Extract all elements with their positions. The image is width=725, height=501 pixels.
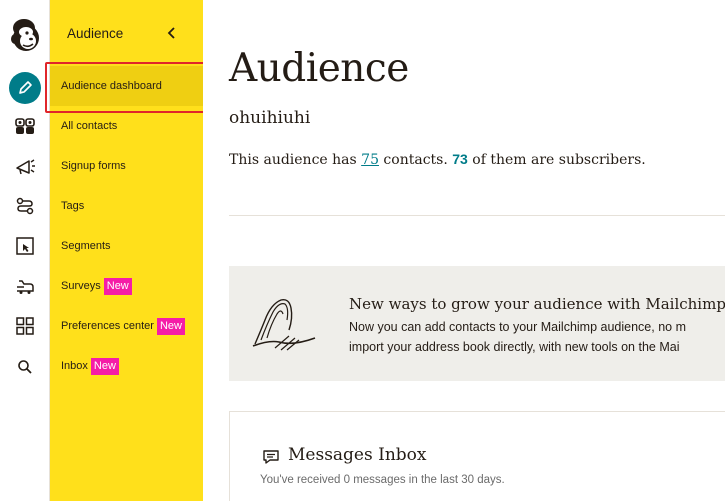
- collapse-chevron-left-icon[interactable]: [164, 22, 180, 44]
- messages-inbox-card: Messages Inbox You've received 0 message…: [229, 411, 725, 501]
- mailchimp-logo-icon[interactable]: [5, 15, 45, 55]
- nav-item-segments[interactable]: Segments: [50, 226, 203, 266]
- stats-prefix: This audience has: [229, 152, 362, 168]
- new-badge: New: [103, 277, 132, 295]
- stats-suffix: of them are subscribers.: [467, 152, 646, 168]
- nav-item-surveys[interactable]: Surveys New: [50, 266, 203, 306]
- contacts-count-link[interactable]: 75: [361, 152, 379, 168]
- search-icon[interactable]: [10, 352, 40, 382]
- nav-item-label: Inbox: [61, 360, 88, 372]
- nav-item-inbox[interactable]: Inbox New: [50, 346, 203, 386]
- stats-middle: contacts.: [378, 152, 453, 168]
- nav-item-preferences-center[interactable]: Preferences center New: [50, 306, 203, 346]
- messages-inbox-text: You've received 0 messages in the last 3…: [260, 474, 505, 486]
- page-title: Audience: [229, 46, 409, 91]
- main-content: Audience ohuihiuhi This audience has 75 …: [203, 0, 725, 501]
- promo-illustration-icon: [252, 298, 316, 351]
- nav-item-label: Signup forms: [61, 160, 126, 172]
- audience-icon[interactable]: [10, 111, 40, 141]
- integrations-icon[interactable]: [10, 271, 40, 301]
- promo-line: Now you can add contacts to your Mailchi…: [349, 320, 686, 334]
- nav-item-label: Tags: [61, 200, 85, 212]
- website-icon[interactable]: [10, 231, 40, 261]
- divider: [229, 215, 725, 216]
- promo-banner: New ways to grow your audience with Mail…: [229, 266, 725, 381]
- subscribers-count: 73: [452, 151, 468, 167]
- promo-body: Now you can add contacts to your Mailchi…: [349, 317, 686, 357]
- nav-item-label: Surveys: [61, 280, 101, 292]
- promo-line: import your address book directly, with …: [349, 340, 680, 354]
- new-badge: New: [90, 357, 119, 375]
- audience-name: ohuihiuhi: [229, 108, 311, 128]
- nav-item-label: All contacts: [61, 120, 118, 132]
- messages-inbox-title: Messages Inbox: [288, 445, 427, 465]
- audience-stats: This audience has 75 contacts. 73 of the…: [229, 151, 646, 168]
- nav-title: Audience: [67, 26, 124, 41]
- promo-title: New ways to grow your audience with Mail…: [349, 295, 725, 313]
- message-bubble-icon: [263, 450, 279, 464]
- highlight-box: [45, 62, 209, 113]
- apps-grid-icon[interactable]: [10, 311, 40, 341]
- campaigns-megaphone-icon[interactable]: [10, 151, 40, 181]
- icon-rail: [0, 0, 50, 501]
- automations-icon[interactable]: [10, 191, 40, 221]
- nav-item-tags[interactable]: Tags: [50, 186, 203, 226]
- nav-item-signup-forms[interactable]: Signup forms: [50, 146, 203, 186]
- create-pencil-icon[interactable]: [9, 72, 41, 104]
- nav-item-label: Preferences center: [61, 320, 154, 332]
- nav-item-label: Segments: [61, 240, 111, 252]
- new-badge: New: [156, 317, 185, 335]
